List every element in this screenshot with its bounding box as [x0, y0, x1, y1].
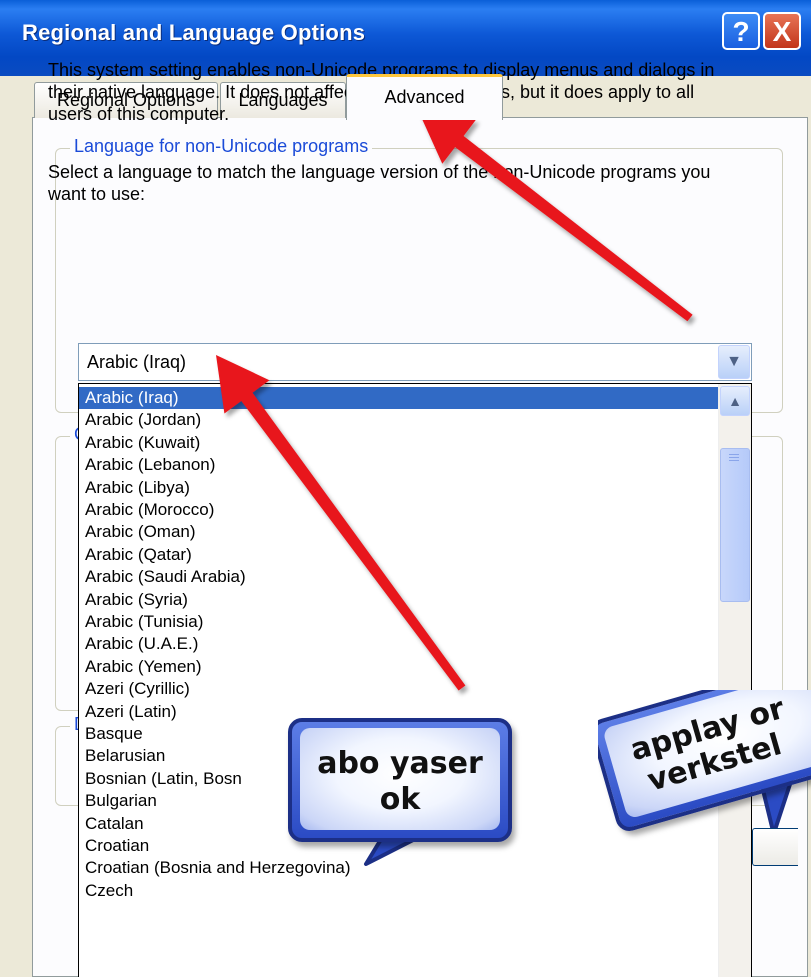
dropdown-option[interactable]: Arabic (U.A.E.): [79, 633, 719, 655]
bubble-ok-line1: abo yaser: [317, 746, 483, 781]
dropdown-option[interactable]: Arabic (Oman): [79, 521, 719, 543]
dropdown-option[interactable]: Czech: [79, 880, 719, 902]
dropdown-chevron-icon[interactable]: ▼: [718, 345, 750, 379]
non-unicode-instruction: Select a language to match the language …: [48, 162, 711, 204]
scroll-grip-icon: [729, 454, 739, 462]
dropdown-option[interactable]: Arabic (Libya): [79, 477, 719, 499]
speech-bubble-ok: abo yaser ok: [288, 718, 520, 868]
dropdown-option[interactable]: Arabic (Kuwait): [79, 432, 719, 454]
dropdown-option[interactable]: Arabic (Tunisia): [79, 611, 719, 633]
window-title: Regional and Language Options: [22, 20, 366, 45]
dropdown-option[interactable]: Arabic (Morocco): [79, 499, 719, 521]
bubble-ok-body: abo yaser ok: [288, 718, 512, 842]
group-non-unicode-legend: Language for non-Unicode programs: [70, 136, 373, 157]
dropdown-option[interactable]: Arabic (Saudi Arabia): [79, 566, 719, 588]
close-button[interactable]: X: [763, 12, 801, 50]
bubble-ok-inner: abo yaser ok: [300, 728, 500, 830]
help-button[interactable]: ?: [722, 12, 760, 50]
selected-language-value: Arabic (Iraq): [87, 352, 187, 372]
dropdown-option[interactable]: Arabic (Syria): [79, 589, 719, 611]
apply-button-partial[interactable]: [752, 828, 798, 866]
dropdown-option[interactable]: Arabic (Lebanon): [79, 454, 719, 476]
regional-language-options-window: Regional and Language Options ? X Langua…: [0, 0, 811, 977]
dropdown-option[interactable]: Arabic (Jordan): [79, 409, 719, 431]
dropdown-scrollbar[interactable]: ▲: [718, 384, 751, 977]
scroll-up-arrow-icon[interactable]: ▲: [720, 386, 750, 416]
bubble-ok-line2: ok: [379, 782, 421, 817]
dropdown-option[interactable]: Arabic (Qatar): [79, 544, 719, 566]
tab-advanced[interactable]: Advanced: [346, 74, 503, 120]
non-unicode-language-select[interactable]: Arabic (Iraq) ▼: [78, 343, 752, 381]
dropdown-option[interactable]: Arabic (Iraq): [79, 387, 719, 409]
language-dropdown-list[interactable]: Arabic (Iraq) Arabic (Jordan) Arabic (Kuwa…: [78, 383, 752, 977]
dropdown-option[interactable]: Arabic (Yemen): [79, 656, 719, 678]
scroll-thumb[interactable]: [720, 448, 750, 602]
